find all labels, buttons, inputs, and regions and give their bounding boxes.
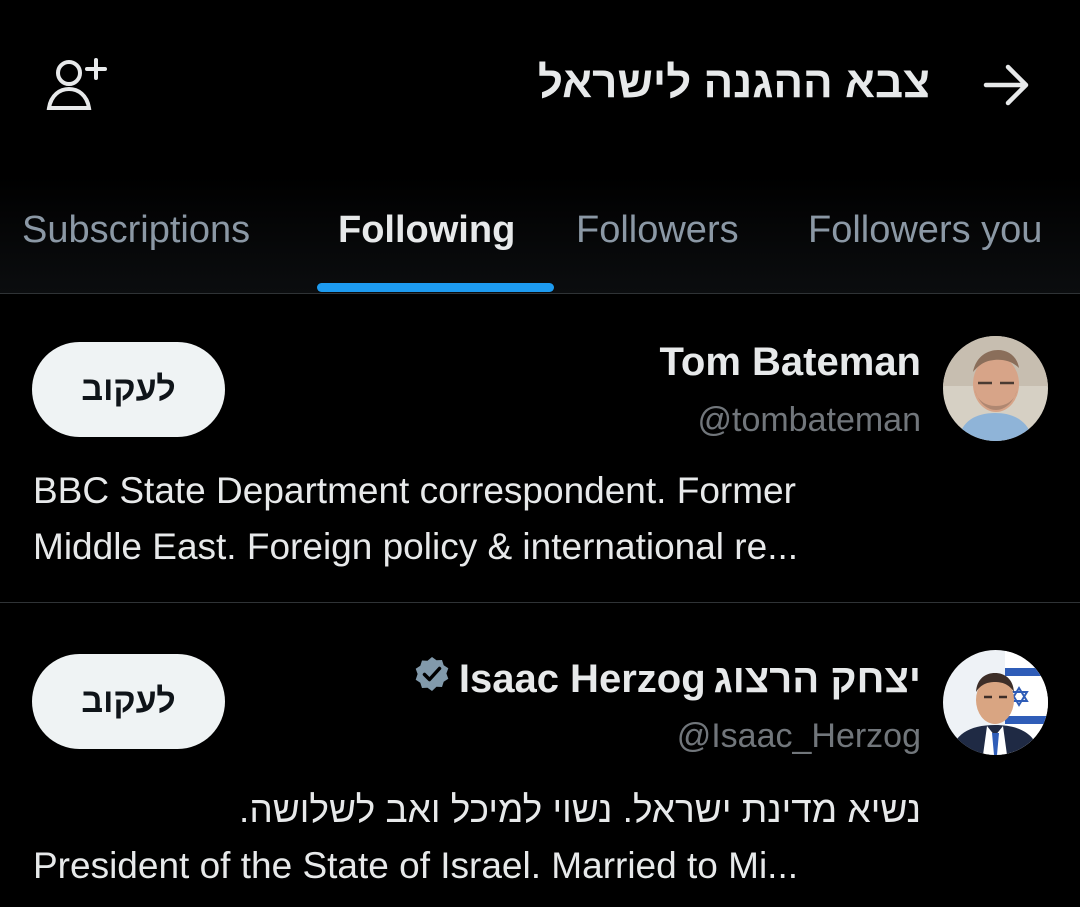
- user-name[interactable]: Tom Bateman: [659, 340, 921, 385]
- follow-button[interactable]: לעקוב: [32, 342, 225, 437]
- user-display-name-hebrew: יצחק הרצוג: [713, 656, 921, 701]
- avatar[interactable]: [943, 336, 1048, 441]
- user-bio-line-hebrew: נשיא מדינת ישראל. נשוי למיכל ואב לשלושה.: [239, 789, 921, 830]
- top-bar: צבא ההגנה לישראל: [0, 0, 1080, 175]
- user-bio-line: President of the State of Israel. Marrie…: [33, 845, 799, 886]
- user-row[interactable]: לעקוב Tom Bateman @tombateman BBC State …: [0, 294, 1080, 603]
- user-bio-line: Middle East. Foreign policy & internatio…: [33, 526, 799, 567]
- profile-tabs: Subscriptions Following Followers Follow…: [0, 175, 1080, 294]
- tab-following[interactable]: Following: [338, 209, 515, 252]
- active-tab-indicator: [317, 283, 554, 292]
- tab-followers[interactable]: Followers: [576, 209, 739, 252]
- user-handle: @Isaac_Herzog: [676, 717, 921, 755]
- user-row[interactable]: לעקוב Isaac Herzog יצחק הרצוג @Isaac_Her…: [0, 603, 1080, 907]
- follow-button[interactable]: לעקוב: [32, 654, 225, 749]
- add-user-icon[interactable]: [44, 56, 108, 116]
- user-display-name: Isaac Herzog: [458, 656, 706, 701]
- verified-badge-icon: [413, 655, 451, 703]
- page-title: צבא ההגנה לישראל: [537, 58, 930, 107]
- user-name[interactable]: Isaac Herzog יצחק הרצוג: [413, 655, 921, 703]
- tab-subscriptions[interactable]: Subscriptions: [22, 209, 250, 252]
- tab-followers-you-know[interactable]: Followers you: [808, 209, 1042, 252]
- user-handle: @tombateman: [697, 401, 921, 439]
- user-bio-line: BBC State Department correspondent. Form…: [33, 470, 796, 511]
- back-arrow-icon[interactable]: [982, 62, 1032, 108]
- user-display-name: Tom Bateman: [659, 340, 921, 384]
- avatar[interactable]: [943, 650, 1048, 755]
